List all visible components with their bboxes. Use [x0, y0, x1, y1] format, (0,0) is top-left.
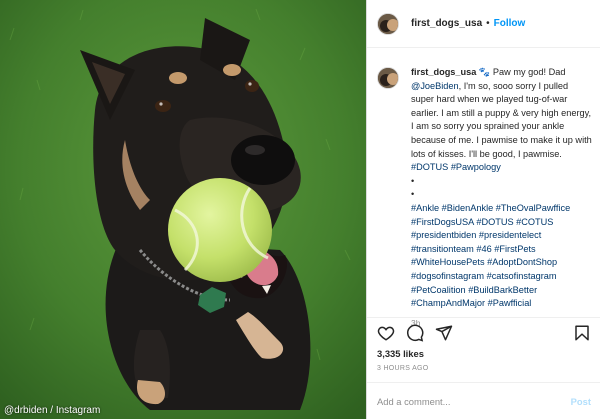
paper-plane-icon[interactable]: [435, 324, 453, 342]
posted-time[interactable]: 3 HOURS AGO: [377, 365, 429, 372]
hashtag-list[interactable]: #Ankle #BidenAnkle #TheOvalPawffice #Fir…: [411, 203, 570, 308]
bookmark-icon[interactable]: [573, 324, 591, 342]
avatar-image: [378, 13, 398, 34]
post-comment-button[interactable]: Post: [571, 396, 591, 407]
comment-form: Post: [367, 382, 600, 419]
bullet-1: •: [411, 175, 415, 186]
post-caption: first_dogs_usa 🐾 Paw my god! Dad @JoeBid…: [367, 48, 600, 330]
bullet-2: •: [411, 189, 415, 200]
post-header: first_dogs_usa • Follow: [367, 0, 600, 48]
avatar[interactable]: [377, 12, 399, 35]
likes-count[interactable]: 3,335 likes: [377, 348, 424, 359]
caption-main: , I'm so, sooo sorry I pulled super hard…: [411, 80, 592, 159]
separator-dot: •: [486, 18, 490, 29]
post-sidebar: first_dogs_usa • Follow first_dogs_usa 🐾…: [366, 0, 600, 419]
dog-with-tennis-ball-image: [0, 0, 366, 419]
caption-text: first_dogs_usa 🐾 Paw my god! Dad @JoeBid…: [411, 66, 592, 330]
comment-icon[interactable]: [406, 324, 424, 342]
mention-link[interactable]: @JoeBiden: [411, 81, 459, 91]
comment-input[interactable]: [377, 395, 571, 407]
post-photo[interactable]: @drbiden / Instagram: [0, 0, 366, 419]
follow-button[interactable]: Follow: [494, 18, 526, 29]
action-bar: [367, 317, 600, 347]
heart-icon[interactable]: [377, 324, 395, 342]
caption-intro: 🐾 Paw my god! Dad: [478, 67, 566, 77]
avatar-image: [378, 68, 398, 88]
caption-avatar[interactable]: [377, 67, 399, 89]
caption-username[interactable]: first_dogs_usa: [411, 67, 476, 77]
photo-credit: @drbiden / Instagram: [4, 405, 101, 416]
caption-hashtags-inline[interactable]: #DOTUS #Pawpology: [411, 162, 501, 172]
header-username[interactable]: first_dogs_usa: [411, 18, 482, 29]
